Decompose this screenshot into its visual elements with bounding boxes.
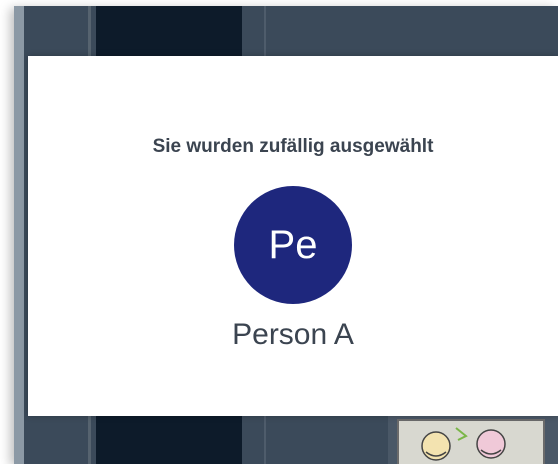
random-selection-dialog: Sie wurden zufällig ausgewählt Pe Person… [28, 56, 558, 416]
left-rail [14, 6, 24, 464]
avatar-initials: Pe [268, 222, 318, 267]
dialog-heading: Sie wurden zufällig ausgewählt [152, 136, 434, 157]
avatar: Pe [234, 186, 352, 304]
sketch-drawing [397, 419, 545, 464]
selected-person-name: Person A [232, 318, 354, 351]
screen: Sie wurden zufällig ausgewählt Pe Person… [0, 0, 558, 464]
